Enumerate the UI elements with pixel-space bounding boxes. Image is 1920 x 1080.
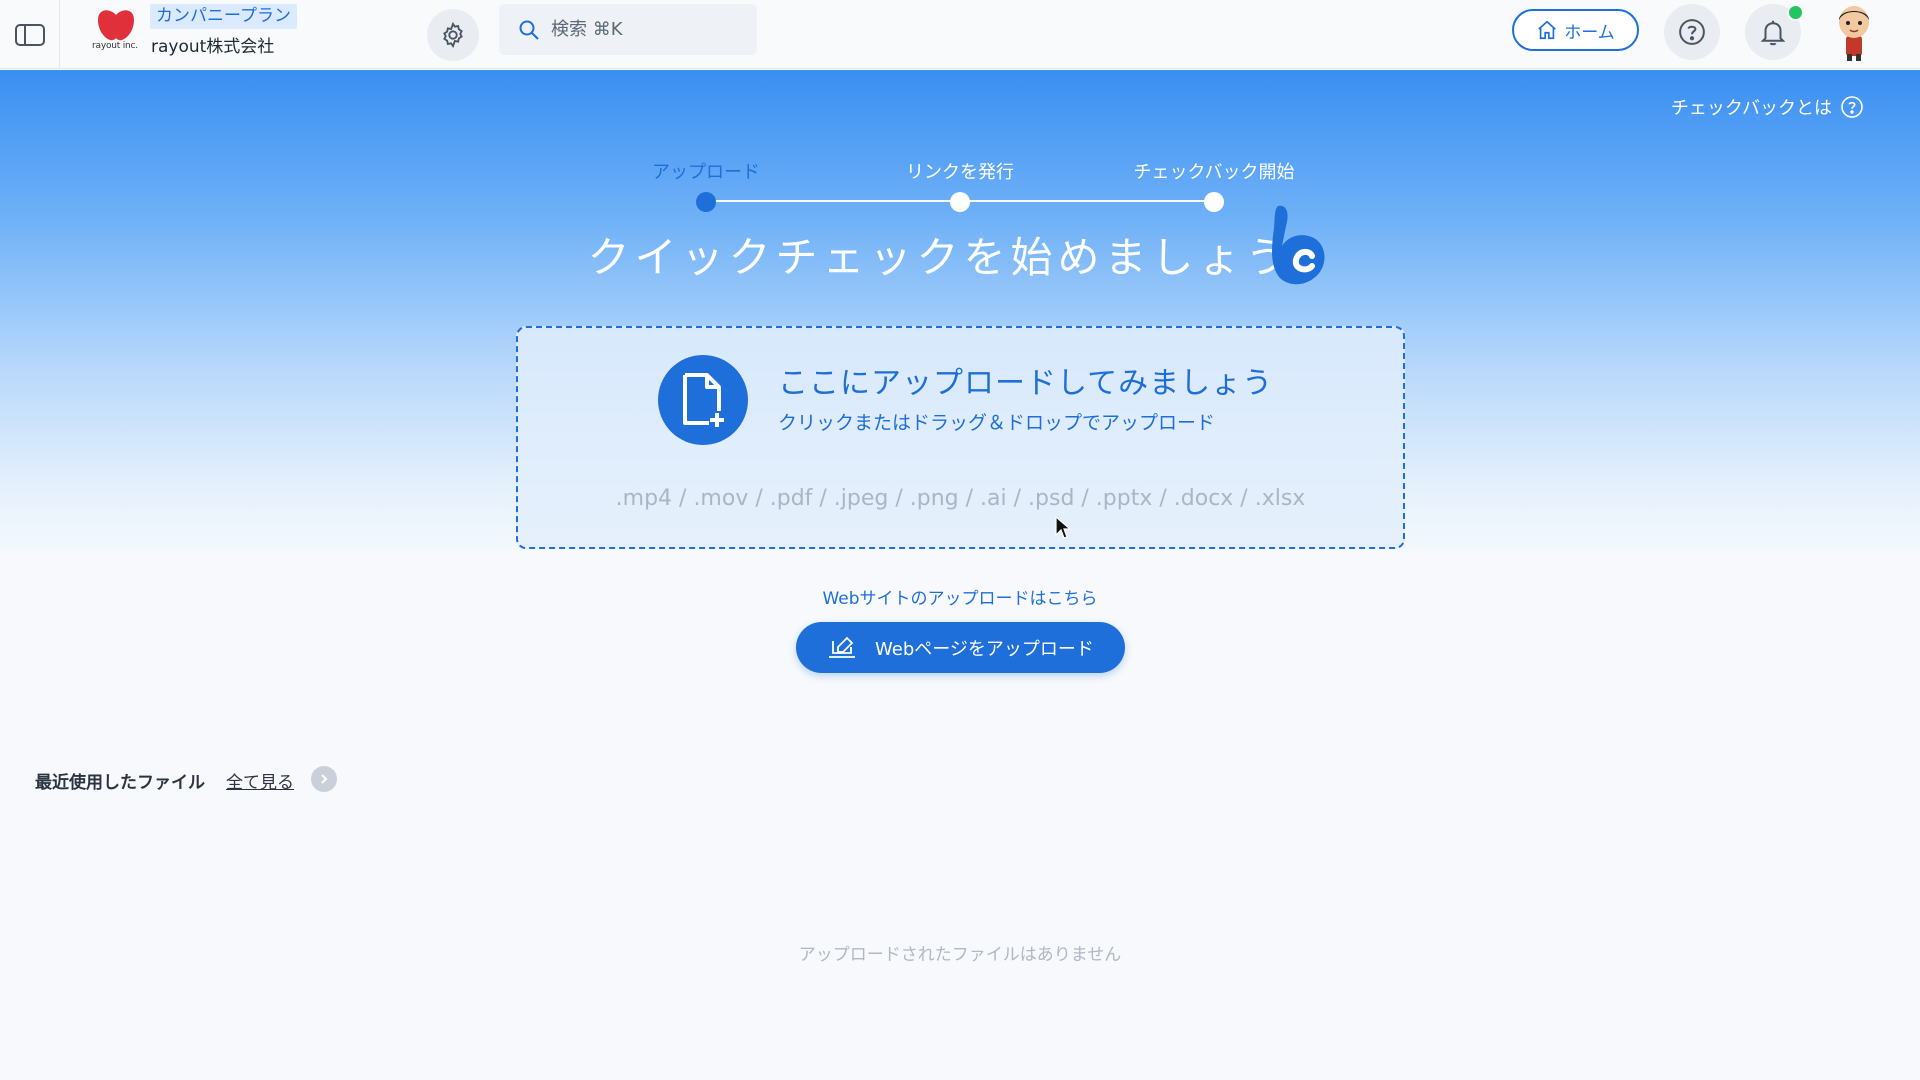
- no-files-message: アップロードされたファイルはありません: [798, 945, 1122, 965]
- home-icon: [1538, 20, 1557, 40]
- question-icon: [1679, 19, 1705, 45]
- step-label-upload: アップロード: [652, 162, 760, 183]
- upload-icon-circle: [658, 355, 748, 445]
- top-bar: rayout inc. カンパニープラン rayout株式会社 ホーム: [0, 0, 1920, 69]
- step-dot-start: [1204, 192, 1224, 212]
- help-button[interactable]: [1664, 4, 1720, 60]
- hero-title: クイックチェックを始めましょう: [587, 233, 1293, 282]
- search-icon: [519, 20, 539, 40]
- hero-section: チェックバックとは アップロード リンクを発行 チェックバック開始 クイックチェ…: [0, 70, 1920, 550]
- logo-text: rayout inc.: [92, 41, 138, 51]
- whatis-label: チェックバックとは: [1670, 98, 1832, 119]
- company-name[interactable]: rayout株式会社: [151, 32, 274, 57]
- supported-formats: .mp4 / .mov / .pdf / .jpeg / .png / .ai …: [615, 486, 1306, 511]
- mouse-cursor-icon: [1055, 515, 1072, 539]
- file-add-icon: [683, 373, 724, 427]
- gear-icon: [443, 21, 463, 49]
- search-input[interactable]: [551, 19, 731, 40]
- user-avatar[interactable]: [1830, 2, 1878, 62]
- step-label-start: チェックバック開始: [1133, 162, 1295, 183]
- see-all-link[interactable]: 全て見る: [226, 768, 294, 793]
- upload-webpage-label: Webページをアップロード: [875, 638, 1094, 660]
- home-button[interactable]: ホーム: [1512, 9, 1639, 51]
- step-dot-upload: [696, 192, 716, 212]
- search-box[interactable]: [499, 4, 757, 55]
- bell-icon: [1760, 20, 1786, 46]
- see-all-arrow-button[interactable]: [311, 766, 337, 792]
- whatis-checkback-link[interactable]: チェックバックとは: [1671, 94, 1864, 120]
- upload-webpage-button[interactable]: Webページをアップロード: [796, 622, 1125, 673]
- home-button-label: ホーム: [1564, 22, 1615, 43]
- file-dropzone[interactable]: ここにアップロードしてみましょう クリックまたはドラッグ＆ドロップでアップロード…: [516, 326, 1405, 549]
- settings-button[interactable]: [427, 9, 479, 61]
- question-icon: [1841, 96, 1863, 118]
- web-upload-note: Webサイトのアップロードはこちら: [822, 589, 1098, 609]
- checkback-mark-icon: [1272, 205, 1325, 285]
- recent-files-label: 最近使用したファイル: [35, 773, 205, 793]
- step-dot-link: [950, 192, 970, 212]
- notification-dot: [1787, 4, 1804, 21]
- step-label-link: リンクを発行: [906, 162, 1014, 183]
- laptop-edit-icon: [829, 636, 856, 658]
- sidebar-toggle-button[interactable]: [0, 0, 60, 69]
- sidebar-toggle-icon: [14, 23, 45, 46]
- plan-badge: カンパニープラン: [150, 4, 297, 29]
- chevron-right-icon: [321, 774, 328, 784]
- progress-steps: アップロード リンクを発行 チェックバック開始: [620, 158, 1300, 218]
- dropzone-title: ここにアップロードしてみましょう: [778, 366, 1274, 401]
- dropzone-subtitle: クリックまたはドラッグ＆ドロップでアップロード: [778, 412, 1216, 434]
